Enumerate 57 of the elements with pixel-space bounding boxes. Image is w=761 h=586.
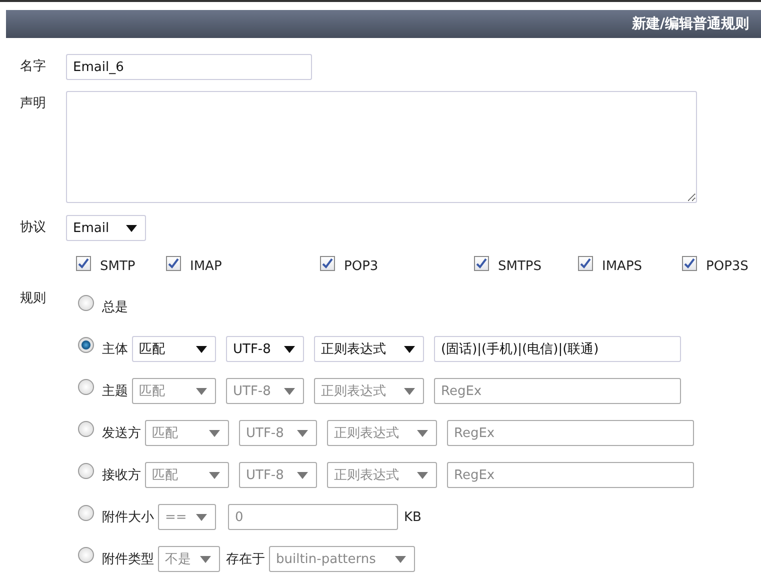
checkbox[interactable] [166,256,181,271]
field-label: 名字 [19,58,47,75]
caret-icon [284,388,295,394]
rule-label: 主体 [102,341,128,358]
rule-label: 附件类型 [102,551,154,568]
check-icon [476,258,487,269]
name-field[interactable]: Email_6 [66,54,312,80]
radio-button[interactable] [78,295,94,311]
protocol-checkbox[interactable]: SMTPS [474,259,578,274]
checkbox[interactable] [474,256,489,271]
caret-icon [200,556,211,562]
protocol-dropdown[interactable]: Email [66,215,146,241]
caret-icon [284,346,295,352]
caret-icon [209,430,220,436]
unit-label: KB [404,510,422,524]
caret-icon [196,514,207,520]
encoding-dropdown[interactable]: UTF-8 [226,336,304,362]
mode-dropdown[interactable]: 正则表达式 [314,336,424,362]
check-icon [580,258,591,269]
protocol-checkbox[interactable]: SMTP [76,259,166,274]
caret-icon [297,472,308,478]
rule-label: 发送方 [102,425,141,442]
radio-button[interactable] [78,337,94,353]
rule-label: 总是 [102,299,128,316]
description-field[interactable] [66,91,697,203]
field-label: 协议 [19,219,47,236]
caret-icon [404,346,415,352]
title-text: 新建/编辑普通规则 [632,15,749,33]
checkbox[interactable] [76,256,91,271]
field-label: 规则 [19,290,47,307]
check-icon [78,258,89,269]
pattern-field[interactable]: (固话)|(手机)|(电信)|(联通) [434,336,681,362]
rule-label: 主题 [102,383,128,400]
caret-icon [126,224,137,232]
protocol-checkbox[interactable]: POP3S [682,259,761,274]
protocol-checkbox[interactable]: IMAPS [578,259,682,274]
caret-icon [404,388,415,394]
protocol-checkbox[interactable]: IMAP [166,259,320,274]
check-icon [322,258,333,269]
caret-icon [395,556,406,562]
checkbox[interactable] [578,256,593,271]
caret-icon [417,472,428,478]
rule-label: 附件大小 [102,509,154,526]
caret-icon [196,346,207,352]
caret-icon [297,430,308,436]
checkbox[interactable] [320,256,335,271]
location-label: 存在于 [226,551,265,568]
check-icon [684,258,695,269]
checkbox[interactable] [682,256,697,271]
caret-icon [196,388,207,394]
caret-icon [209,472,220,478]
rule-label: 接收方 [102,467,141,484]
match-dropdown[interactable]: 匹配 [132,336,216,362]
protocol-checkbox[interactable]: POP3 [320,259,474,274]
check-icon [168,258,179,269]
caret-icon [417,430,428,436]
field-label: 声明 [19,95,47,112]
